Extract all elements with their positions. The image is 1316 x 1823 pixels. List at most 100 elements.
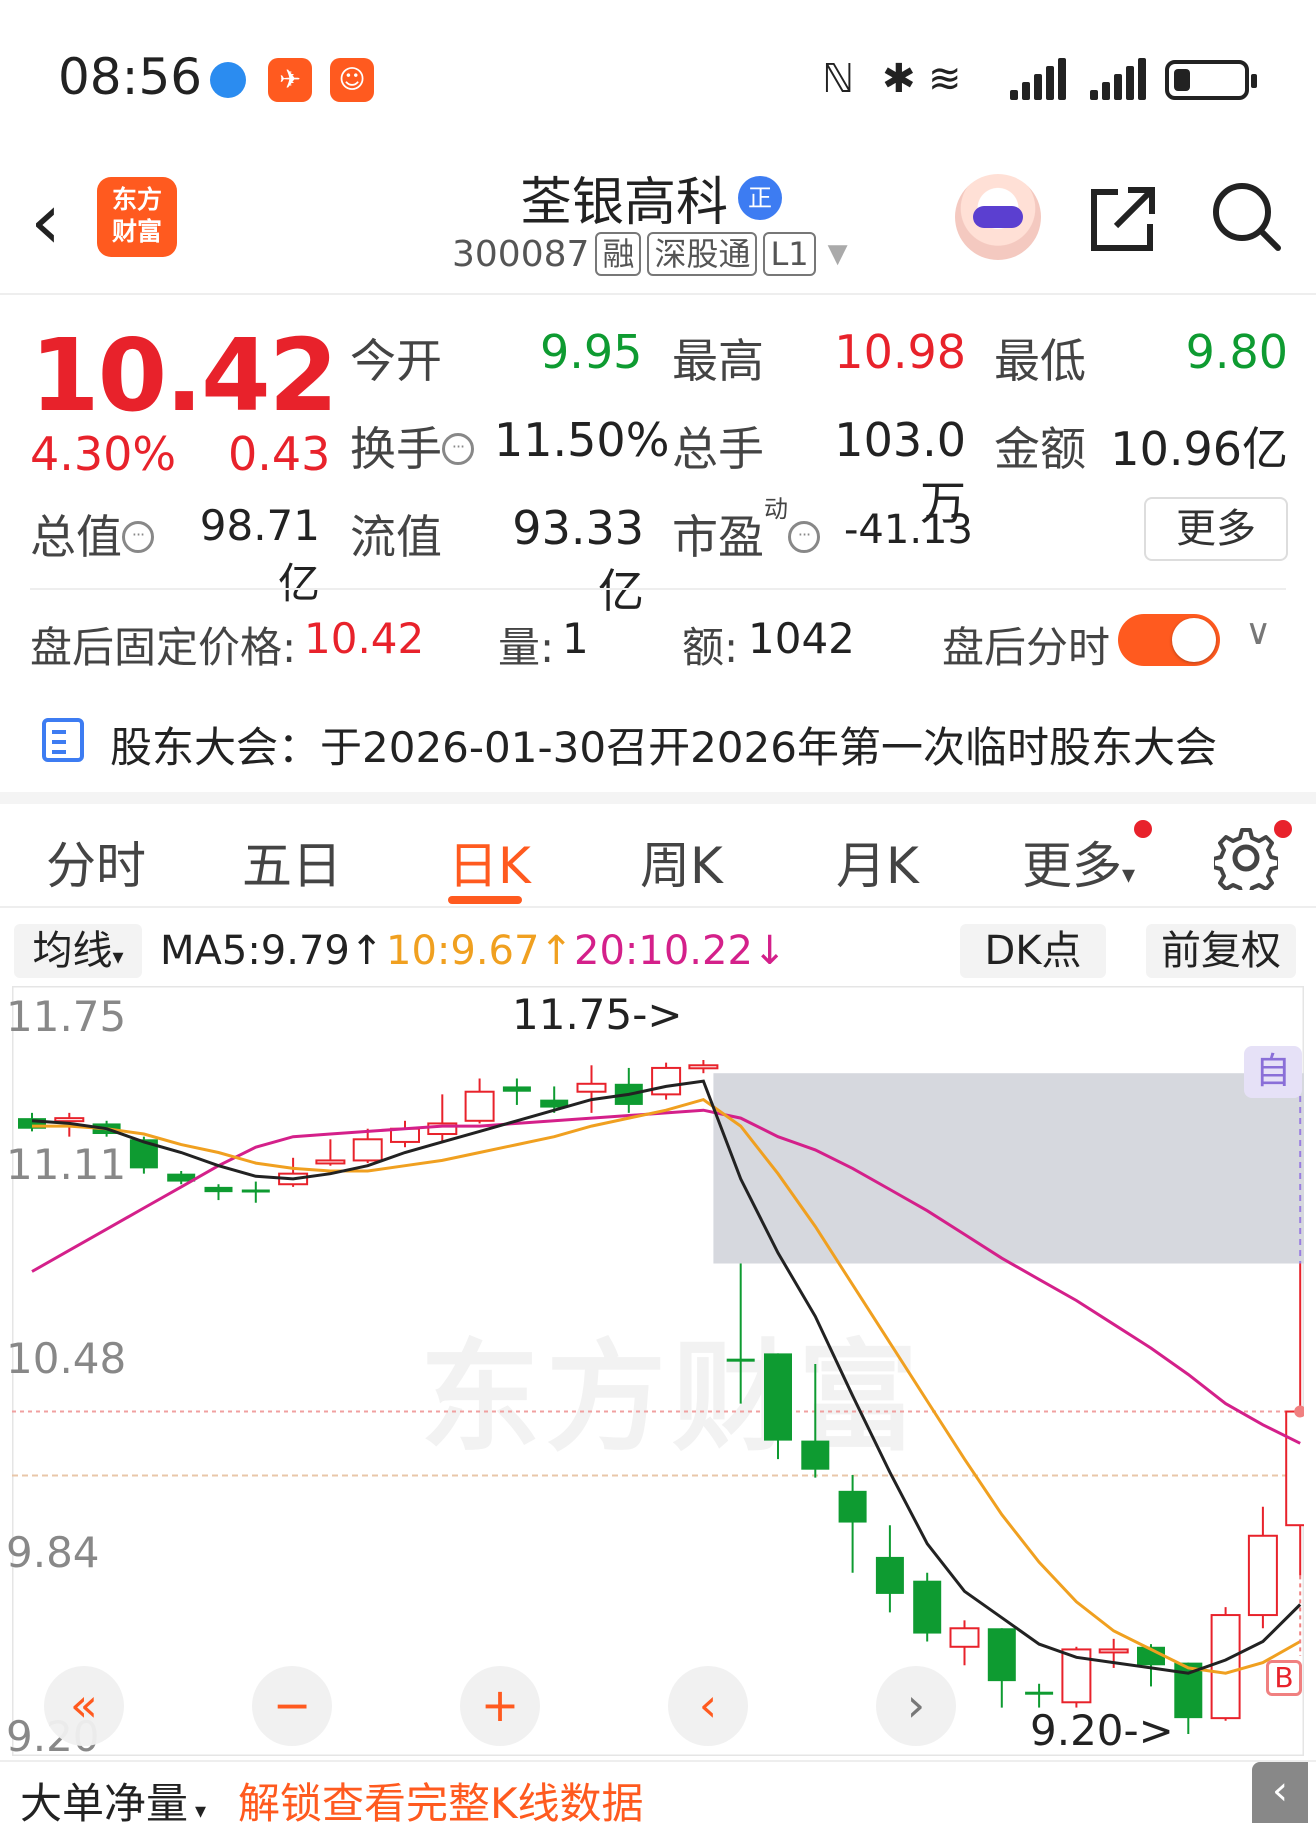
info-icon[interactable]: ··· xyxy=(442,432,474,465)
tab-daily-k[interactable]: 日K xyxy=(448,826,531,898)
logo-line-1: 东方 xyxy=(111,185,162,214)
stock-subtitle[interactable]: 300087 融 深股通 L1 ▼ xyxy=(452,232,848,276)
amount-label: 金额 xyxy=(994,422,1086,476)
ai-assistant-icon[interactable] xyxy=(955,174,1041,260)
candle-body xyxy=(54,1117,85,1123)
candle-body xyxy=(1210,1614,1241,1720)
candle-body xyxy=(241,1189,270,1193)
paper-plane-app-icon: ✈ xyxy=(268,58,312,102)
scroll-right-button[interactable]: › xyxy=(876,1666,956,1746)
collapse-panel-button[interactable]: ‹ xyxy=(1252,1762,1308,1823)
high-label: 最高 xyxy=(672,334,764,388)
amount-value: 10.96亿 xyxy=(1110,422,1288,476)
notice-text: 股东大会：于2026-01-30召开2026年第一次临时股东大会 xyxy=(110,723,1217,772)
buy-signal-badge[interactable]: B xyxy=(1266,1660,1302,1696)
signal-2-icon xyxy=(1090,58,1146,100)
header: ‹ 东方 财富 荃银高科 正 300087 融 深股通 L1 ▼ xyxy=(0,150,1316,295)
pe-label: 市盈动··· xyxy=(672,495,820,567)
back-icon[interactable]: ‹ xyxy=(30,182,80,262)
after-hours-vol: 1 xyxy=(562,614,589,663)
candle-body xyxy=(726,1358,755,1362)
adjust-button[interactable]: 前复权 xyxy=(1146,924,1296,978)
y-tick-4: 9.84 xyxy=(6,1528,100,1577)
candle-body xyxy=(1025,1691,1054,1695)
caret-down-icon: ▾ xyxy=(1122,860,1136,890)
scroll-left-button[interactable]: ‹ xyxy=(668,1666,748,1746)
notification-dot xyxy=(1134,820,1152,838)
divider xyxy=(30,588,1286,590)
tab-intraday[interactable]: 分时 xyxy=(46,826,146,898)
volume-label: 总手 xyxy=(672,422,764,476)
more-quote-button[interactable]: 更多 xyxy=(1144,497,1288,561)
status-time: 08:56 xyxy=(58,48,203,106)
after-hours-amt-label: 额: xyxy=(682,623,739,672)
open-label: 今开 xyxy=(350,334,442,388)
current-price: 10.42 xyxy=(30,317,338,434)
open-value: 9.95 xyxy=(540,325,643,379)
unlock-kline-link[interactable]: 解锁查看完整K线数据 xyxy=(238,1770,644,1823)
high-marker: 11.75-> xyxy=(512,990,683,1039)
after-hours-vol-label: 量: xyxy=(498,623,555,672)
candle-body xyxy=(987,1628,1016,1682)
share-icon[interactable] xyxy=(1088,184,1158,254)
y-tick-1: 11.75 xyxy=(6,992,127,1041)
chevron-down-icon: ▼ xyxy=(827,239,848,269)
quote-panel: 10.42 4.30% 0.43 今开 9.95 最高 10.98 最低 9.8… xyxy=(0,297,1316,618)
change-percent: 4.30% xyxy=(30,427,177,481)
browser-app-icon xyxy=(210,62,246,98)
info-icon[interactable]: ··· xyxy=(122,520,154,553)
float-label: 流值 xyxy=(350,510,442,564)
tag-level: L1 xyxy=(763,232,816,276)
ma5-value: MA5:9.79↑ xyxy=(160,928,384,974)
kline-svg xyxy=(12,986,1304,1756)
zoom-out-button[interactable]: − xyxy=(252,1666,332,1746)
candle-body xyxy=(875,1556,904,1594)
auto-badge[interactable]: 自 xyxy=(1244,1046,1302,1098)
gear-icon[interactable] xyxy=(1214,826,1278,890)
tag-connect: 深股通 xyxy=(647,232,758,276)
info-icon[interactable]: ··· xyxy=(788,520,820,553)
chart-tabs: 分时 五日 日K 周K 月K 更多▾ xyxy=(0,812,1316,908)
pe-superscript: 动 xyxy=(764,494,788,523)
after-hours-price-label: 盘后固定价格: xyxy=(30,623,297,672)
section-separator xyxy=(0,792,1316,804)
mktcap-label: 总值 ··· xyxy=(30,501,154,567)
candle-body xyxy=(576,1082,607,1093)
candle-body xyxy=(838,1490,867,1523)
dk-point-button[interactable]: DK点 xyxy=(960,924,1106,978)
bottom-indicator-bar: 大单净量 ▾ 解锁查看完整K线数据 xyxy=(0,1760,1316,1823)
tab-weekly-k[interactable]: 周K xyxy=(640,826,723,898)
scroll-start-button[interactable]: « xyxy=(44,1666,124,1746)
indicator-selector[interactable]: 大单净量 ▾ xyxy=(20,1770,206,1823)
tab-monthly-k[interactable]: 月K xyxy=(836,826,919,898)
candle-body xyxy=(352,1138,383,1162)
notice-row[interactable]: 股东大会：于2026-01-30召开2026年第一次临时股东大会 xyxy=(0,700,1316,790)
active-tab-indicator xyxy=(448,896,522,904)
after-hours-toggle[interactable] xyxy=(1118,614,1220,666)
kline-chart[interactable] xyxy=(12,986,1304,1756)
wifi-icon: ≋ xyxy=(928,56,962,102)
candle-body xyxy=(204,1186,233,1193)
logo-line-2: 财富 xyxy=(111,217,162,246)
zoom-in-button[interactable]: + xyxy=(460,1666,540,1746)
tab-more[interactable]: 更多▾ xyxy=(1022,826,1135,898)
chevron-down-icon[interactable]: ∨ xyxy=(1245,612,1271,653)
search-icon[interactable] xyxy=(1210,180,1282,252)
stock-code: 300087 xyxy=(452,233,590,275)
candle-body xyxy=(688,1064,719,1070)
tab-five-day[interactable]: 五日 xyxy=(242,826,342,898)
candle-body xyxy=(1098,1648,1129,1654)
mktcap-value: 98.71亿 xyxy=(199,501,320,608)
candle-body xyxy=(949,1627,980,1648)
status-bar: 08:56 ✈ ☺ ℕ ✱ ≋ xyxy=(0,0,1316,150)
turnover-label: 换手 ··· xyxy=(350,413,474,479)
low-marker: 9.20-> xyxy=(1030,1706,1174,1755)
candle-body xyxy=(801,1440,830,1470)
candle-body xyxy=(464,1090,495,1122)
price-gap-zone xyxy=(713,1073,1304,1264)
bluetooth-icon: ✱ xyxy=(882,56,916,102)
ma-legend: MA5:9.79↑ 10:9.67↑ 20:10.22↓ xyxy=(0,918,1316,984)
app-logo[interactable]: 东方 财富 xyxy=(97,177,177,257)
stock-title-group[interactable]: 荃银高科 正 xyxy=(520,160,783,235)
ma20-value: 20:10.22↓ xyxy=(574,928,787,974)
